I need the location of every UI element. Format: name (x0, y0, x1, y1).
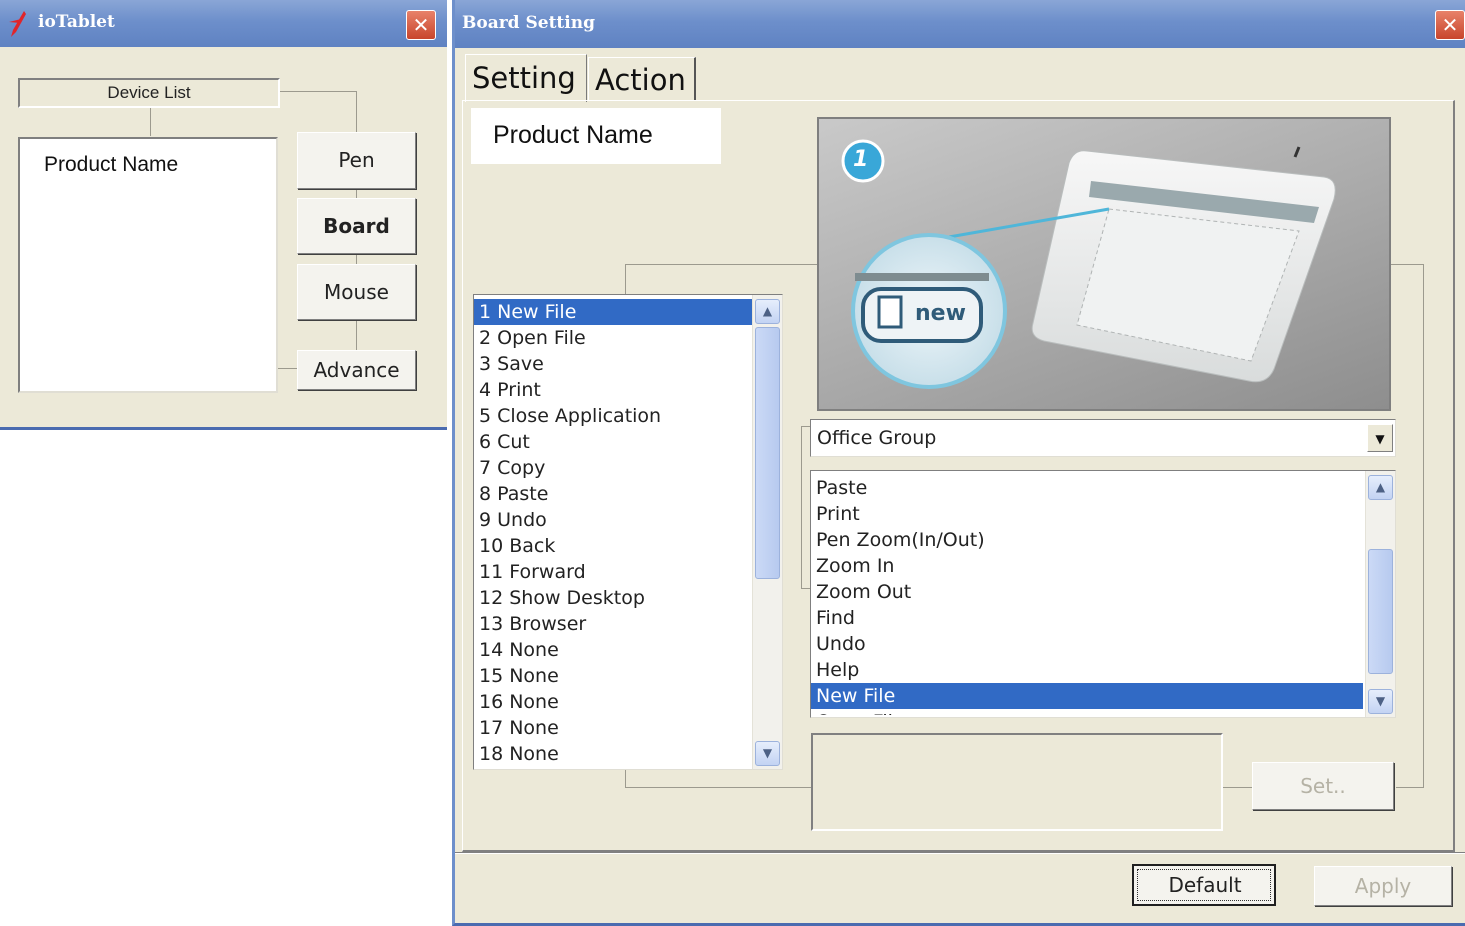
chevron-down-icon[interactable]: ▼ (755, 741, 780, 766)
dropdown-arrow-icon[interactable]: ▼ (1367, 424, 1393, 452)
action-list-item[interactable]: Undo (811, 631, 1363, 657)
connector-line (278, 368, 298, 369)
tablet-preview-image: 1 new (817, 117, 1391, 411)
action-list[interactable]: Paste Print Pen Zoom(In/Out) Zoom In Zoom Ou… (810, 470, 1396, 718)
preview-key-label: new (915, 301, 966, 326)
product-name-box: Product Name (471, 108, 721, 164)
product-name: Product Name (493, 121, 653, 149)
key-list-item[interactable]: 4 Print (474, 377, 752, 403)
group-select[interactable]: Office Group ▼ (810, 419, 1396, 457)
board-setting-titlebar: Board Setting ✕ (455, 0, 1465, 48)
groupbox-line (1396, 787, 1424, 788)
chevron-up-icon[interactable]: ▲ (1368, 475, 1393, 500)
action-list-item[interactable]: Help (811, 657, 1363, 683)
chevron-up-icon[interactable]: ▲ (755, 299, 780, 324)
device-list[interactable]: Product Name (18, 137, 278, 393)
action-list-item[interactable]: Pen Zoom(In/Out) (811, 527, 1363, 553)
key-list-item[interactable]: 6 Cut (474, 429, 752, 455)
key-list-items: 1 New File 2 Open File 3 Save 4 Print 5 Clos… (474, 299, 752, 765)
tab-setting[interactable]: Setting (465, 54, 587, 102)
default-button[interactable]: Default (1132, 864, 1276, 906)
close-icon[interactable]: ✕ (406, 10, 436, 40)
connector-line (356, 320, 357, 350)
action-list-scrollbar[interactable]: ▲ ▼ (1365, 471, 1395, 717)
default-button-label: Default (1168, 873, 1242, 897)
groupbox-line (1390, 264, 1424, 265)
chevron-down-icon[interactable]: ▼ (1368, 689, 1393, 714)
key-list-item[interactable]: 7 Copy (474, 455, 752, 481)
device-list-item[interactable]: Product Name (44, 153, 178, 177)
groupbox-line (625, 787, 811, 788)
key-list-item[interactable]: 9 Undo (474, 507, 752, 533)
action-list-item[interactable]: New File (811, 683, 1363, 709)
action-list-item[interactable]: Open File (811, 709, 1363, 715)
description-box (811, 733, 1223, 831)
app-pen-icon (8, 10, 28, 38)
advance-button[interactable]: Advance (297, 350, 416, 390)
tab-action[interactable]: Action (588, 57, 696, 101)
action-list-item[interactable]: Find (811, 605, 1363, 631)
key-list-item[interactable]: 15 None (474, 663, 752, 689)
key-list-item[interactable]: 14 None (474, 637, 752, 663)
key-list-item[interactable]: 8 Paste (474, 481, 752, 507)
action-list-item[interactable]: Zoom Out (811, 579, 1363, 605)
key-list[interactable]: 1 New File 2 Open File 3 Save 4 Print 5 Clos… (473, 294, 783, 770)
connector-line (356, 254, 357, 264)
close-icon[interactable]: ✕ (1435, 10, 1465, 40)
groupbox-line (1423, 264, 1424, 787)
default-button-focus: Default (1137, 869, 1271, 901)
group-select-value: Office Group (817, 427, 937, 449)
device-list-label: Device List (107, 83, 191, 102)
action-list-item[interactable]: Paste (811, 475, 1363, 501)
groupbox-line (625, 264, 626, 294)
scroll-thumb[interactable] (1368, 549, 1393, 674)
key-list-item[interactable]: 12 Show Desktop (474, 585, 752, 611)
groupbox-line (1221, 787, 1254, 788)
connector-line (356, 190, 357, 198)
bottom-separator (455, 852, 1465, 854)
key-list-item[interactable]: 2 Open File (474, 325, 752, 351)
mouse-button[interactable]: Mouse (297, 264, 416, 320)
apply-button[interactable]: Apply (1314, 866, 1452, 906)
window-title: Board Setting (462, 13, 595, 33)
key-list-item[interactable]: 5 Close Application (474, 403, 752, 429)
scroll-thumb[interactable] (755, 327, 780, 579)
key-list-scrollbar[interactable]: ▲ ▼ (752, 295, 782, 769)
key-list-item[interactable]: 17 None (474, 715, 752, 741)
iotablet-titlebar: ioTablet ✕ (0, 0, 447, 47)
action-list-items: Paste Print Pen Zoom(In/Out) Zoom In Zoom Ou… (811, 475, 1363, 715)
key-list-item[interactable]: 11 Forward (474, 559, 752, 585)
device-list-label-box: Device List (18, 78, 280, 108)
tab-action-label: Action (595, 63, 686, 97)
pen-button[interactable]: Pen (297, 132, 416, 189)
action-list-item[interactable]: Print (811, 501, 1363, 527)
connector-line (150, 108, 151, 136)
set-button[interactable]: Set.. (1252, 762, 1394, 810)
key-list-item[interactable]: 13 Browser (474, 611, 752, 637)
board-setting-window: Board Setting ✕ Setting Action Product N… (452, 0, 1465, 926)
groupbox-line (625, 769, 626, 787)
key-list-item[interactable]: 3 Save (474, 351, 752, 377)
window-title: ioTablet (38, 12, 115, 32)
key-list-item[interactable]: 1 New File (474, 299, 752, 325)
connector-line (280, 91, 357, 92)
key-list-item[interactable]: 18 None (474, 741, 752, 765)
action-list-item[interactable]: Zoom In (811, 553, 1363, 579)
preview-badge: 1 (853, 147, 869, 172)
key-list-item[interactable]: 10 Back (474, 533, 752, 559)
connector-line (356, 91, 357, 133)
groupbox-line (801, 426, 802, 588)
groupbox-line (625, 264, 818, 265)
tab-setting-label: Setting (472, 61, 576, 95)
key-list-item[interactable]: 16 None (474, 689, 752, 715)
board-button[interactable]: Board (297, 198, 416, 254)
iotablet-window: ioTablet ✕ Device List Product Name Pen … (0, 0, 447, 430)
